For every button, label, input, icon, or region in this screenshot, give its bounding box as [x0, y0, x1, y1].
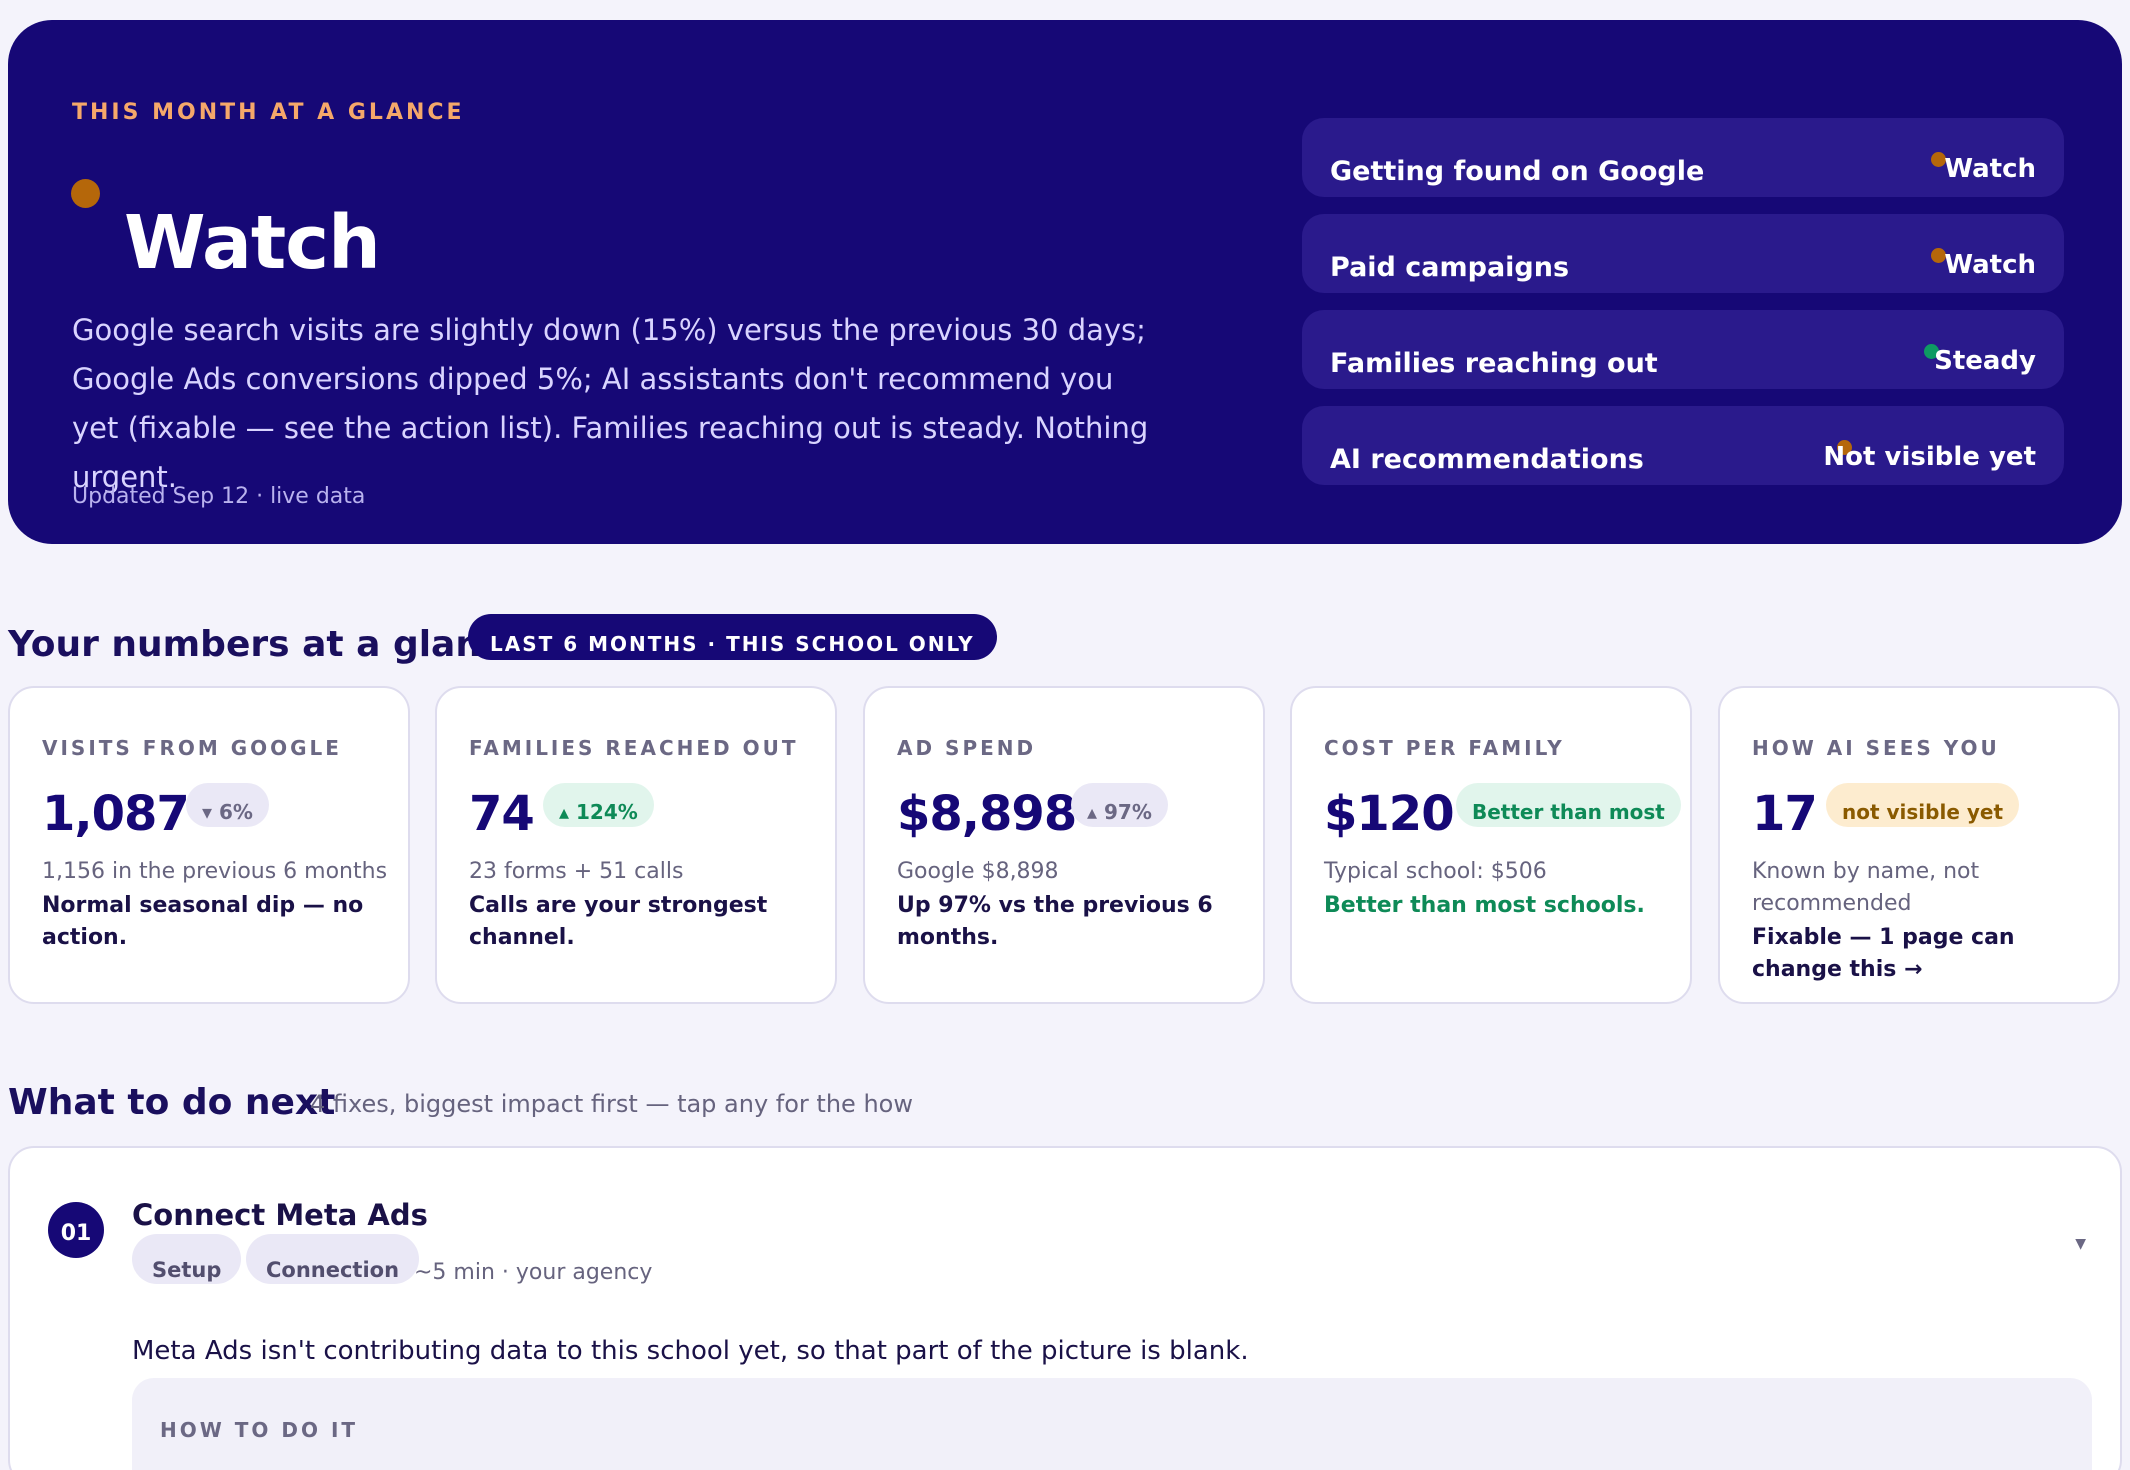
card-sub: Google $8,898 — [897, 859, 1059, 884]
howto-panel: HOW TO DO IT — [132, 1378, 2092, 1470]
signal-list: Getting found on Google Watch Paid campa… — [1302, 118, 2064, 502]
signal-label: Families reaching out — [1330, 348, 1658, 379]
card-value: $8,898 — [897, 786, 1077, 842]
card-value: 74 — [469, 786, 535, 842]
hero-kicker: THIS MONTH AT A GLANCE — [72, 100, 465, 125]
next-subtitle: 4 fixes, biggest impact first — tap any … — [310, 1090, 913, 1118]
card-note: Calls are your strongest channel. — [469, 893, 768, 950]
card-ad-spend[interactable]: AD SPEND $8,898 ▴ 97% Google $8,898 Up 9… — [863, 686, 1265, 1004]
tag-connection: Connection — [246, 1234, 420, 1284]
metric-cards: VISITS FROM GOOGLE 1,087 ▾ 6% 1,156 in t… — [8, 686, 2122, 1004]
next-title: What to do next — [8, 1082, 336, 1123]
action-number: 01 — [48, 1202, 104, 1258]
howto-label: HOW TO DO IT — [160, 1418, 359, 1442]
period-pill: LAST 6 MONTHS · THIS SCHOOL ONLY — [468, 614, 997, 660]
change-badge: ▾ 6% — [186, 783, 269, 827]
action-description: Meta Ads isn't contributing data to this… — [132, 1336, 1249, 1366]
signal-status: Watch — [1944, 154, 2036, 184]
signal-status: Not visible yet — [1823, 442, 2036, 472]
action-meta: ~5 min · your agency — [414, 1260, 653, 1285]
fix-link[interactable]: Fixable — 1 page can change this → — [1752, 922, 2092, 986]
card-ai-visibility[interactable]: HOW AI SEES YOU 17 not visible yet Known… — [1718, 686, 2120, 1004]
visibility-badge: not visible yet — [1826, 783, 2020, 827]
card-kicker: COST PER FAMILY — [1324, 736, 1565, 760]
card-families[interactable]: FAMILIES REACHED OUT 74 ▴ 124% 23 forms … — [435, 686, 837, 1004]
signal-ai[interactable]: AI recommendations Not visible yet — [1302, 406, 2064, 485]
updated-timestamp: Updated Sep 12 · live data — [72, 484, 366, 509]
card-kicker: VISITS FROM GOOGLE — [42, 736, 342, 760]
signal-status: Watch — [1944, 250, 2036, 280]
card-sub: 1,156 in the previous 6 months — [42, 859, 388, 884]
signal-families[interactable]: Families reaching out Steady — [1302, 310, 2064, 389]
signal-paid-campaigns[interactable]: Paid campaigns Watch — [1302, 214, 2064, 293]
card-note: Better than most schools. — [1324, 893, 1645, 918]
hero-summary: Google search visits are slightly down (… — [72, 313, 1149, 494]
numbers-title: Your numbers at a glance — [8, 624, 527, 665]
signal-label: Getting found on Google — [1330, 156, 1705, 187]
tag-setup: Setup — [132, 1234, 242, 1284]
signal-status: Steady — [1934, 346, 2036, 376]
change-badge: ▴ 124% — [543, 783, 654, 827]
card-kicker: AD SPEND — [897, 736, 1037, 760]
signal-google[interactable]: Getting found on Google Watch — [1302, 118, 2064, 197]
card-sub: 23 forms + 51 calls — [469, 859, 684, 884]
card-value: 1,087 — [42, 786, 190, 842]
card-sub: Known by name, not recommended — [1752, 859, 1980, 916]
card-cost-per-family[interactable]: COST PER FAMILY $120 Better than most Ty… — [1290, 686, 1692, 1004]
hero-status-title: Watch — [124, 200, 381, 286]
signal-label: AI recommendations — [1330, 444, 1644, 475]
action-title: Connect Meta Ads — [132, 1198, 428, 1232]
card-note: Normal seasonal dip — no action. — [42, 893, 364, 950]
status-dot — [71, 179, 100, 208]
chevron-down-icon[interactable]: ▼ — [2075, 1236, 2086, 1252]
benchmark-badge: Better than most — [1456, 783, 1681, 827]
card-note: Up 97% vs the previous 6 months. — [897, 893, 1213, 950]
card-kicker: HOW AI SEES YOU — [1752, 736, 2000, 760]
signal-label: Paid campaigns — [1330, 252, 1570, 283]
card-visits[interactable]: VISITS FROM GOOGLE 1,087 ▾ 6% 1,156 in t… — [8, 686, 410, 1004]
action-item[interactable]: 01 Connect Meta Ads Setup Connection ~5 … — [8, 1146, 2122, 1470]
change-badge: ▴ 97% — [1071, 783, 1168, 827]
card-sub: Typical school: $506 — [1324, 859, 1547, 884]
status-hero: THIS MONTH AT A GLANCE Watch Google sear… — [8, 20, 2122, 544]
card-value: 17 — [1752, 786, 1818, 842]
card-value: $120 — [1324, 786, 1455, 842]
card-kicker: FAMILIES REACHED OUT — [469, 736, 799, 760]
